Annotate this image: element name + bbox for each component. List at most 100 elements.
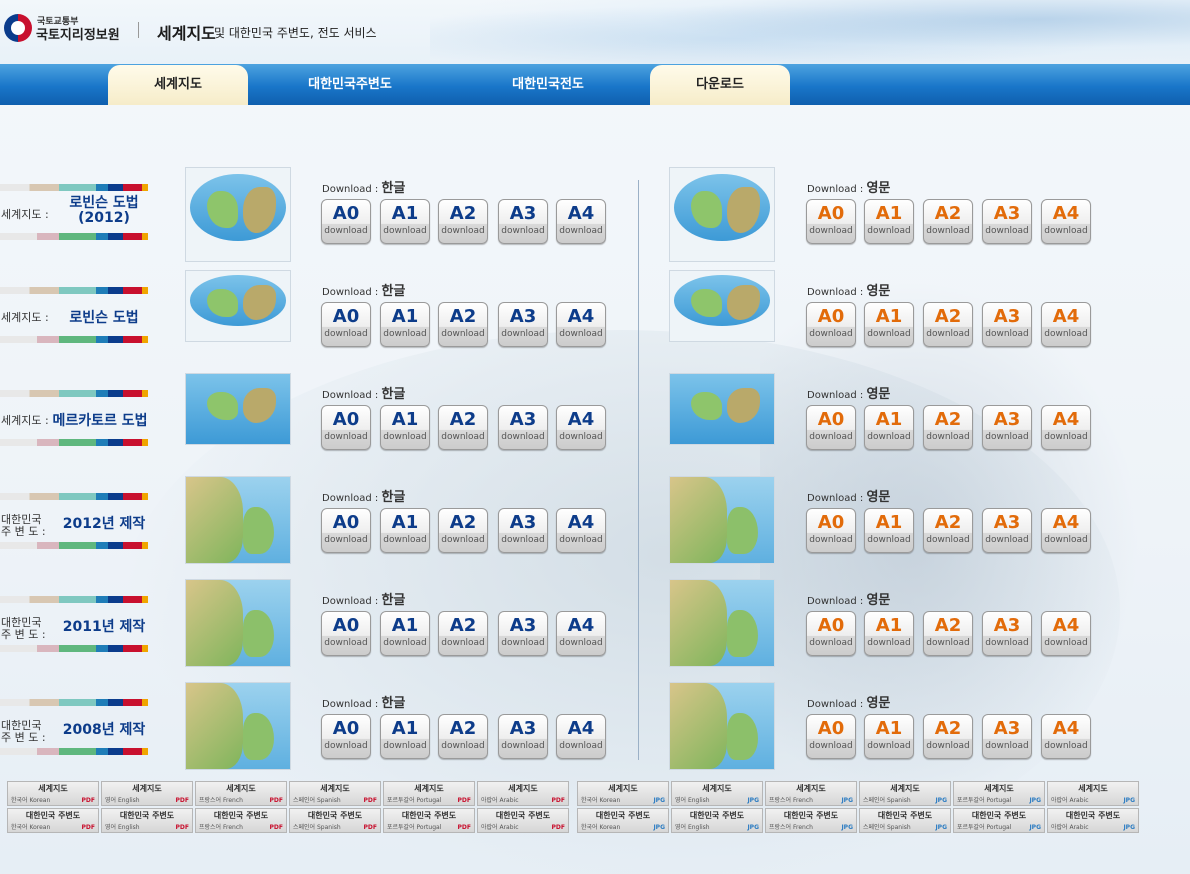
- map-thumbnail[interactable]: [185, 167, 291, 262]
- download-a0-ko-button[interactable]: A0 download: [321, 714, 371, 759]
- download-a3-ko-button[interactable]: A3 download: [498, 611, 548, 656]
- download-a2-ko-button[interactable]: A2 download: [438, 714, 488, 759]
- download-a4-ko-button[interactable]: A4 download: [556, 199, 606, 244]
- korea-vicinity-pdf-lang-button[interactable]: 대한민국 주변도 영어 English PDF: [101, 808, 193, 833]
- download-a4-en-button[interactable]: A4 download: [1041, 199, 1091, 244]
- download-a2-en-button[interactable]: A2 download: [923, 714, 973, 759]
- download-a1-en-button[interactable]: A1 download: [864, 302, 914, 347]
- download-a2-ko-button[interactable]: A2 download: [438, 302, 488, 347]
- download-a1-en-button[interactable]: A1 download: [864, 199, 914, 244]
- download-a3-en-button[interactable]: A3 download: [982, 611, 1032, 656]
- map-thumbnail[interactable]: [185, 476, 291, 564]
- download-a4-en-button[interactable]: A4 download: [1041, 611, 1091, 656]
- download-a1-ko-button[interactable]: A1 download: [380, 714, 430, 759]
- korea-vicinity-pdf-lang-button[interactable]: 대한민국 주변도 한국어 Korean PDF: [7, 808, 99, 833]
- download-a1-en-button[interactable]: A1 download: [864, 611, 914, 656]
- download-a3-en-button[interactable]: A3 download: [982, 302, 1032, 347]
- download-a2-en-button[interactable]: A2 download: [923, 508, 973, 553]
- korea-vicinity-jpg-lang-button[interactable]: 대한민국 주변도 포르투갈어 Portugal JPG: [953, 808, 1045, 833]
- download-a0-en-button[interactable]: A0 download: [806, 199, 856, 244]
- download-a4-ko-button[interactable]: A4 download: [556, 714, 606, 759]
- download-a1-en-button[interactable]: A1 download: [864, 714, 914, 759]
- download-a0-en-button[interactable]: A0 download: [806, 405, 856, 450]
- download-a0-ko-button[interactable]: A0 download: [321, 405, 371, 450]
- download-a2-ko-button[interactable]: A2 download: [438, 199, 488, 244]
- download-a4-en-button[interactable]: A4 download: [1041, 302, 1091, 347]
- world-map-pdf-lang-button[interactable]: 세계지도 포르투갈어 Portugal PDF: [383, 781, 475, 806]
- world-map-pdf-lang-button[interactable]: 세계지도 아랍어 Arabic PDF: [477, 781, 569, 806]
- download-a0-ko-button[interactable]: A0 download: [321, 611, 371, 656]
- download-a2-ko-button[interactable]: A2 download: [438, 405, 488, 450]
- download-a3-ko-button[interactable]: A3 download: [498, 714, 548, 759]
- world-map-pdf-lang-button[interactable]: 세계지도 영어 English PDF: [101, 781, 193, 806]
- map-thumbnail[interactable]: [669, 579, 775, 667]
- world-map-jpg-lang-button[interactable]: 세계지도 아랍어 Arabic JPG: [1047, 781, 1139, 806]
- download-a2-ko-button[interactable]: A2 download: [438, 508, 488, 553]
- download-a3-en-button[interactable]: A3 download: [982, 714, 1032, 759]
- map-thumbnail[interactable]: [669, 476, 775, 564]
- download-a3-en-button[interactable]: A3 download: [982, 508, 1032, 553]
- download-a1-ko-button[interactable]: A1 download: [380, 405, 430, 450]
- tab-download[interactable]: 다운로드: [650, 65, 790, 105]
- download-a0-ko-button[interactable]: A0 download: [321, 302, 371, 347]
- map-thumbnail[interactable]: [185, 682, 291, 770]
- korea-vicinity-pdf-lang-button[interactable]: 대한민국 주변도 스페인어 Spanish PDF: [289, 808, 381, 833]
- download-a1-ko-button[interactable]: A1 download: [380, 508, 430, 553]
- world-map-jpg-lang-button[interactable]: 세계지도 스페인어 Spanish JPG: [859, 781, 951, 806]
- map-thumbnail[interactable]: [185, 579, 291, 667]
- world-map-pdf-lang-button[interactable]: 세계지도 프랑스어 French PDF: [195, 781, 287, 806]
- download-a0-en-button[interactable]: A0 download: [806, 611, 856, 656]
- world-map-jpg-lang-button[interactable]: 세계지도 포르투갈어 Portugal JPG: [953, 781, 1045, 806]
- download-a4-ko-button[interactable]: A4 download: [556, 405, 606, 450]
- korea-vicinity-jpg-lang-button[interactable]: 대한민국 주변도 프랑스어 French JPG: [765, 808, 857, 833]
- download-a3-ko-button[interactable]: A3 download: [498, 302, 548, 347]
- download-a1-ko-button[interactable]: A1 download: [380, 199, 430, 244]
- korea-vicinity-jpg-lang-button[interactable]: 대한민국 주변도 스페인어 Spanish JPG: [859, 808, 951, 833]
- korea-vicinity-jpg-lang-button[interactable]: 대한민국 주변도 영어 English JPG: [671, 808, 763, 833]
- download-a2-en-button[interactable]: A2 download: [923, 302, 973, 347]
- download-a0-en-button[interactable]: A0 download: [806, 714, 856, 759]
- download-a0-en-button[interactable]: A0 download: [806, 302, 856, 347]
- world-map-pdf-lang-button[interactable]: 세계지도 스페인어 Spanish PDF: [289, 781, 381, 806]
- korea-vicinity-pdf-lang-button[interactable]: 대한민국 주변도 포르투갈어 Portugal PDF: [383, 808, 475, 833]
- download-a2-en-button[interactable]: A2 download: [923, 611, 973, 656]
- download-a4-en-button[interactable]: A4 download: [1041, 405, 1091, 450]
- korea-vicinity-jpg-lang-button[interactable]: 대한민국 주변도 아랍어 Arabic JPG: [1047, 808, 1139, 833]
- government-logo-icon[interactable]: [4, 14, 32, 42]
- map-thumbnail[interactable]: [185, 270, 291, 342]
- download-a0-ko-button[interactable]: A0 download: [321, 508, 371, 553]
- tab-korea-vicinity[interactable]: 대한민국주변도: [280, 65, 420, 105]
- download-a1-en-button[interactable]: A1 download: [864, 405, 914, 450]
- download-a2-en-button[interactable]: A2 download: [923, 199, 973, 244]
- download-a3-ko-button[interactable]: A3 download: [498, 405, 548, 450]
- download-a4-ko-button[interactable]: A4 download: [556, 302, 606, 347]
- tab-world-map[interactable]: 세계지도: [108, 65, 248, 105]
- map-thumbnail[interactable]: [669, 167, 775, 262]
- map-thumbnail[interactable]: [669, 682, 775, 770]
- download-a4-ko-button[interactable]: A4 download: [556, 508, 606, 553]
- download-a2-en-button[interactable]: A2 download: [923, 405, 973, 450]
- tab-korea-whole[interactable]: 대한민국전도: [478, 65, 618, 105]
- download-a1-ko-button[interactable]: A1 download: [380, 611, 430, 656]
- download-a3-ko-button[interactable]: A3 download: [498, 508, 548, 553]
- download-a0-en-button[interactable]: A0 download: [806, 508, 856, 553]
- korea-vicinity-pdf-lang-button[interactable]: 대한민국 주변도 아랍어 Arabic PDF: [477, 808, 569, 833]
- download-a3-ko-button[interactable]: A3 download: [498, 199, 548, 244]
- korea-vicinity-pdf-lang-button[interactable]: 대한민국 주변도 프랑스어 French PDF: [195, 808, 287, 833]
- download-a3-en-button[interactable]: A3 download: [982, 405, 1032, 450]
- download-a2-ko-button[interactable]: A2 download: [438, 611, 488, 656]
- world-map-jpg-lang-button[interactable]: 세계지도 프랑스어 French JPG: [765, 781, 857, 806]
- map-thumbnail[interactable]: [185, 373, 291, 445]
- download-a1-ko-button[interactable]: A1 download: [380, 302, 430, 347]
- download-a4-ko-button[interactable]: A4 download: [556, 611, 606, 656]
- download-a0-ko-button[interactable]: A0 download: [321, 199, 371, 244]
- agency-name[interactable]: 국토지리정보원: [36, 24, 120, 43]
- world-map-jpg-lang-button[interactable]: 세계지도 영어 English JPG: [671, 781, 763, 806]
- map-thumbnail[interactable]: [669, 373, 775, 445]
- world-map-pdf-lang-button[interactable]: 세계지도 한국어 Korean PDF: [7, 781, 99, 806]
- korea-vicinity-jpg-lang-button[interactable]: 대한민국 주변도 한국어 Korean JPG: [577, 808, 669, 833]
- map-thumbnail[interactable]: [669, 270, 775, 342]
- download-a1-en-button[interactable]: A1 download: [864, 508, 914, 553]
- world-map-jpg-lang-button[interactable]: 세계지도 한국어 Korean JPG: [577, 781, 669, 806]
- download-a3-en-button[interactable]: A3 download: [982, 199, 1032, 244]
